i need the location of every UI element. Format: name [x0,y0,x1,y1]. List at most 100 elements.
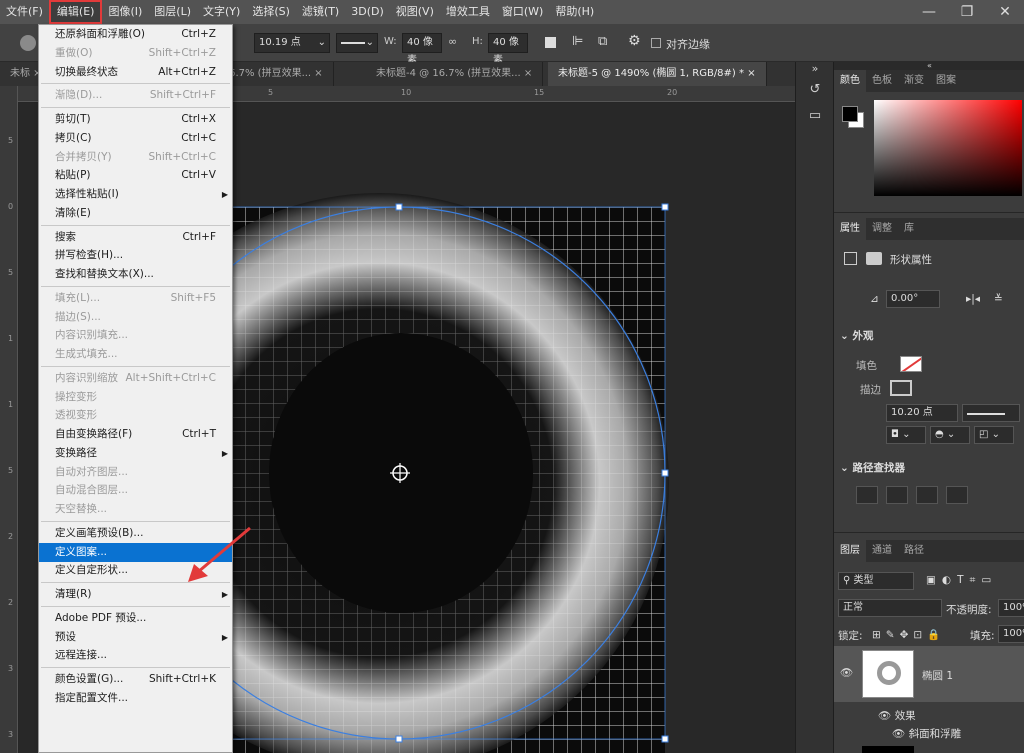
stroke-type-dropdown[interactable]: ⌄ [336,33,378,53]
color-field[interactable] [874,100,1022,196]
exclude-shapes-button[interactable] [946,486,968,504]
eye-icon[interactable]: 👁 [878,710,891,722]
close-icon[interactable]: × [744,68,755,79]
no-fill-swatch[interactable] [900,356,922,372]
effects-row[interactable]: 👁 效果 [878,708,916,723]
tab-properties[interactable]: 属性 [834,218,866,240]
fill-field[interactable]: 100% [998,625,1024,643]
menu-9[interactable]: 增效工具 [440,0,496,24]
edit-menu-item[interactable]: 切换最终状态 Alt+Ctrl+Z [39,63,232,82]
edit-menu-item[interactable]: 拷贝(C) Ctrl+C [39,129,232,148]
path-alignment-icon[interactable]: ⊫ [572,34,583,49]
restore-button[interactable]: ❐ [948,0,986,24]
edit-menu-item[interactable]: Adobe PDF 预设... [39,609,232,628]
transform-handle-right[interactable] [661,469,669,477]
transform-handle-top[interactable] [395,203,403,211]
edit-menu-item[interactable]: 选择性粘贴(I) ▶ [39,185,232,204]
stroke-align-dropdown[interactable]: ◘ ⌄ [886,426,926,444]
unite-shapes-button[interactable] [856,486,878,504]
edit-menu-item[interactable]: 指定配置文件... [39,689,232,708]
tab-paths[interactable]: 路径 [898,540,930,562]
lock-icons[interactable]: ⊞✎✥⊡🔒 [872,628,945,641]
bevel-effect-row[interactable]: 👁 斜面和浮雕 [892,726,961,741]
tab-channels[interactable]: 通道 [866,540,898,562]
tab-adjustments[interactable]: 调整 [866,218,898,240]
edit-menu-item[interactable]: 变换路径 ▶ [39,444,232,463]
tab-gradients[interactable]: 渐变 [898,70,930,92]
menu-2[interactable]: 图像(I) [102,0,148,24]
collapse-chevron-icon[interactable]: » [808,62,822,75]
stroke-swatch[interactable] [890,380,912,396]
menu-4[interactable]: 文字(Y) [197,0,246,24]
gear-icon[interactable]: ⚙ [628,33,641,49]
close-icon[interactable]: × [521,68,532,79]
edit-menu-item[interactable]: 清除(E) [39,204,232,223]
stroke-size-field[interactable]: 10.19 点 ⌄ [254,33,330,53]
edit-menu-item[interactable]: 剪切(T) Ctrl+X [39,110,232,129]
transform-handle-bottom-right[interactable] [661,735,669,743]
menu-3[interactable]: 图层(L) [148,0,197,24]
document-tab[interactable]: 未标题-4 @ 16.7% (拼豆效果... × [366,62,544,86]
tab-patterns[interactable]: 图案 [930,70,962,92]
flip-horizontal-icon[interactable]: ▸|◂ [966,293,980,305]
comment-icon[interactable]: ▭ [806,108,824,123]
close-button[interactable]: ✕ [986,0,1024,24]
intersect-shapes-button[interactable] [916,486,938,504]
menu-8[interactable]: 视图(V) [390,0,440,24]
path-operations-icon[interactable] [545,37,556,48]
align-edges-checkbox[interactable] [651,38,661,48]
edit-menu-item[interactable]: 自由变换路径(F) Ctrl+T [39,425,232,444]
link-icon[interactable]: ∞ [448,35,457,48]
menu-0[interactable]: 文件(F) [0,0,49,24]
edit-menu-item[interactable]: 粘贴(P) Ctrl+V [39,166,232,185]
edit-menu-item[interactable]: 查找和替换文本(X)... [39,265,232,284]
document-tab[interactable]: 未标题-5 @ 1490% (椭圆 1, RGB/8#) * × [548,62,767,86]
menu-7[interactable]: 3D(D) [345,0,390,24]
layer-row[interactable]: 👁 椭圆 1 [834,646,1024,702]
edit-menu-item[interactable]: 搜索 Ctrl+F [39,228,232,247]
edit-menu-item[interactable]: 还原斜面和浮雕(O) Ctrl+Z [39,25,232,44]
flip-vertical-icon[interactable]: ≚ [994,293,1003,305]
menu-11[interactable]: 帮助(H) [549,0,600,24]
edit-menu-item[interactable]: 颜色设置(G)... Shift+Ctrl+K [39,670,232,689]
layer-thumbnail[interactable] [862,650,914,698]
stroke-size-field[interactable]: 10.20 点 [886,404,958,422]
path-arrangement-icon[interactable]: ⧉ [598,34,607,49]
close-icon[interactable]: × [311,68,322,79]
history-icon[interactable]: ↺ [806,82,824,97]
angle-icon: ⊿ [870,293,879,305]
transform-handle-top-right[interactable] [661,203,669,211]
stroke-type-dropdown[interactable] [962,404,1020,422]
subtract-shapes-button[interactable] [886,486,908,504]
stroke-caps-dropdown[interactable]: ◓ ⌄ [930,426,970,444]
edit-menu-item[interactable]: 预设 ▶ [39,628,232,647]
ruler-tick-label: 15 [534,88,545,97]
layer-filter-dropdown[interactable]: ⚲ 类型 [838,572,914,590]
next-layer-thumbnail[interactable] [862,746,914,753]
expand-chevron-icon: ⌄ [840,462,849,474]
edit-menu-item[interactable]: 远程连接... [39,646,232,665]
tab-layers[interactable]: 图层 [834,540,866,562]
eye-icon[interactable]: 👁 [892,728,905,740]
menu-10[interactable]: 窗口(W) [496,0,549,24]
tab-swatches[interactable]: 色板 [866,70,898,92]
menu-1[interactable]: 编辑(E) [48,0,103,24]
eye-icon[interactable]: 👁 [840,666,853,679]
foreground-color-swatch[interactable] [842,106,858,122]
edit-menu-item[interactable]: 拼写检查(H)... [39,246,232,265]
layer-name[interactable]: 椭圆 1 [922,668,953,683]
tool-preset-icon[interactable] [20,35,36,51]
minimize-button[interactable]: — [910,0,948,24]
angle-field[interactable]: 0.00° [886,290,940,308]
blend-mode-dropdown[interactable]: 正常 [838,599,942,617]
menu-6[interactable]: 滤镜(T) [296,0,345,24]
stroke-corners-dropdown[interactable]: ◰ ⌄ [974,426,1014,444]
width-field[interactable]: 40 像素 [402,33,442,66]
tab-libraries[interactable]: 库 [898,218,920,240]
menu-5[interactable]: 选择(S) [246,0,296,24]
opacity-field[interactable]: 100% [998,599,1024,617]
transform-handle-bottom[interactable] [395,735,403,743]
tab-color[interactable]: 颜色 [834,70,866,92]
layer-filter-icons[interactable]: ▣◐T⌗▭ [926,574,997,587]
height-field[interactable]: 40 像素 [488,33,528,66]
